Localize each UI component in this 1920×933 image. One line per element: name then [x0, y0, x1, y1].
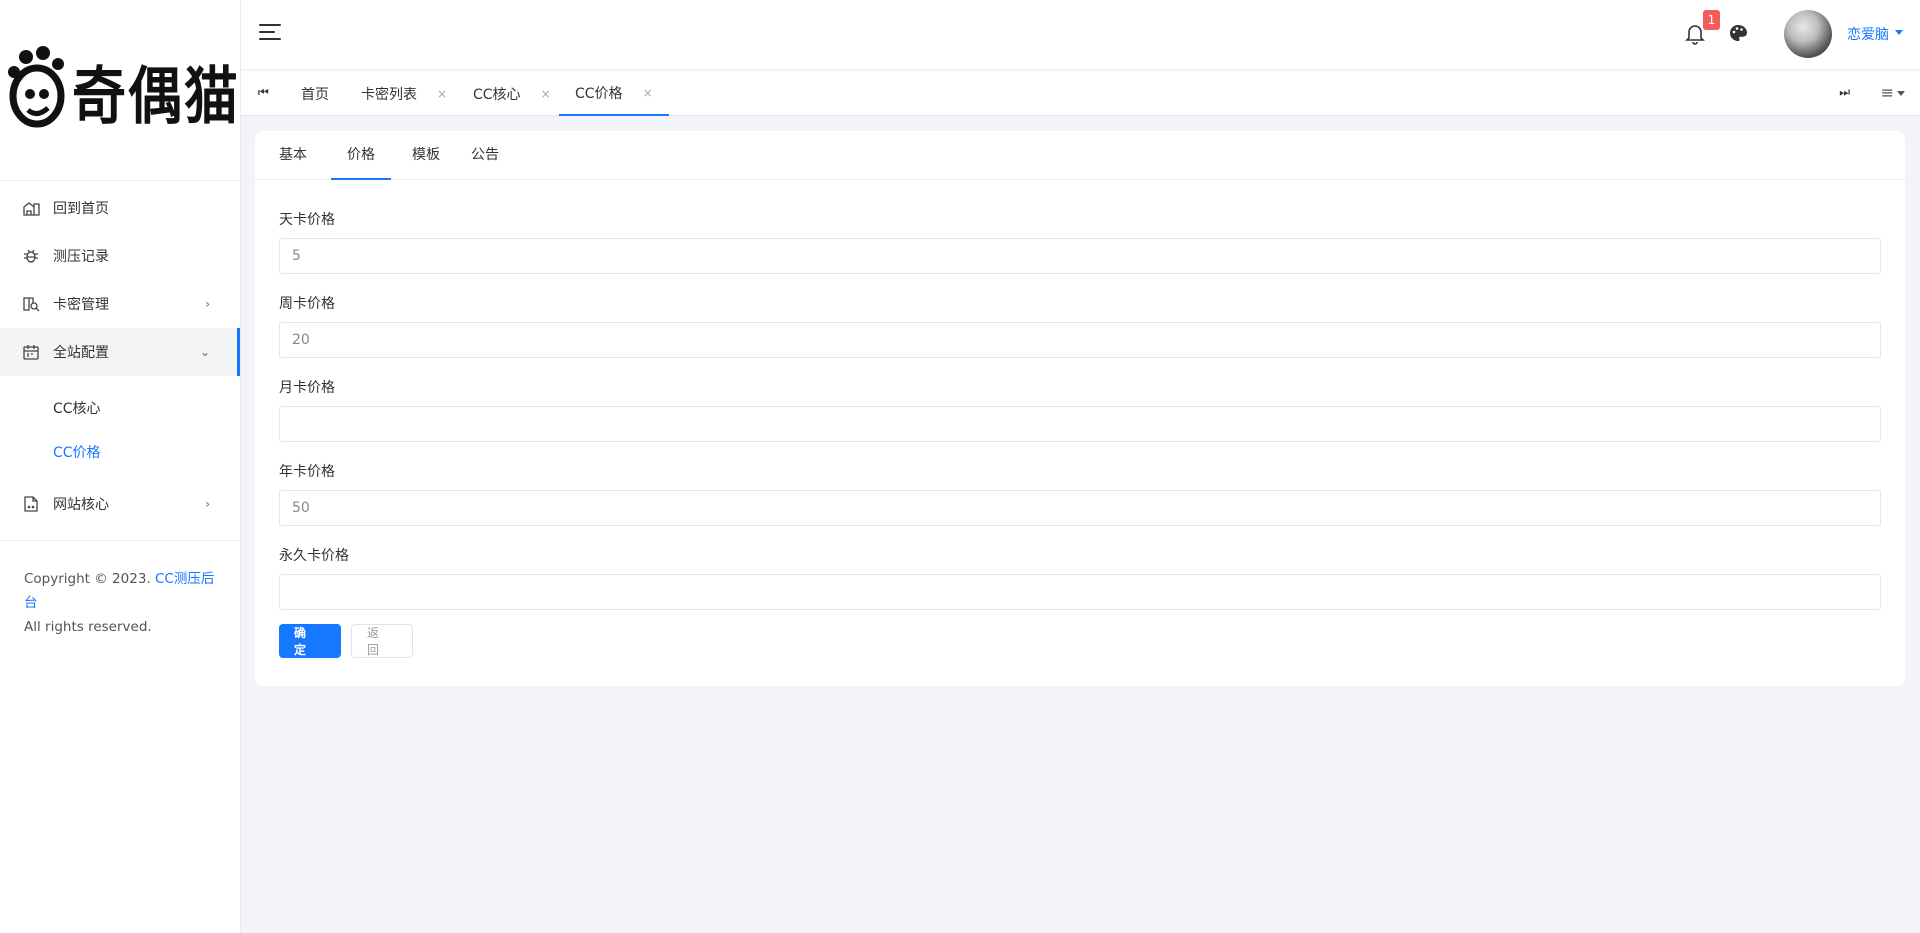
sidebar-item-card-management[interactable]: 卡密管理 › [0, 280, 240, 328]
sidebar-item-website-core[interactable]: 网站核心 › [0, 480, 240, 528]
permanent-price-field: 永久卡价格 [279, 546, 1881, 610]
bug-icon [22, 247, 40, 265]
tab-basic[interactable]: 基本 [272, 131, 314, 180]
tab-price[interactable]: 价格 [331, 131, 391, 180]
page-tabs-bar: ⏮ 首页 卡密列表 × CC核心 × CC价格 × ⏭ ≡ [241, 71, 1920, 116]
form-actions: 确定 返回 [279, 624, 1881, 658]
day-price-input[interactable] [279, 238, 1881, 274]
year-price-field: 年卡价格 [279, 462, 1881, 526]
sidebar-item-label: 测压记录 [53, 249, 109, 265]
tabs-menu-icon[interactable]: ≡ [1881, 83, 1894, 102]
close-icon[interactable]: × [437, 87, 447, 101]
username[interactable]: 恋爱脑 [1847, 24, 1889, 44]
chevron-right-icon: › [205, 297, 210, 311]
cat-paw-logo-icon [8, 46, 65, 128]
copyright-suffix: All rights reserved. [24, 619, 152, 635]
permanent-price-input[interactable] [279, 574, 1881, 610]
confirm-button[interactable]: 确定 [279, 624, 341, 658]
tab-cc-core[interactable]: CC核心 × [473, 71, 551, 116]
sidebar-item-label: 全站配置 [53, 345, 109, 361]
calendar-icon [22, 343, 40, 361]
chevron-right-icon: › [205, 497, 210, 511]
tab-label: 卡密列表 [361, 86, 417, 103]
card-tabs: 基本 价格 模板 公告 [255, 131, 1905, 180]
tabs-scroll-right-icon[interactable]: ⏭ [1839, 85, 1850, 100]
week-price-label: 周卡价格 [279, 296, 335, 312]
close-icon[interactable]: × [643, 86, 653, 100]
tab-label: CC核心 [473, 86, 521, 103]
month-price-input[interactable] [279, 406, 1881, 442]
year-price-label: 年卡价格 [279, 464, 335, 480]
caret-down-icon[interactable] [1897, 91, 1905, 96]
day-price-label: 天卡价格 [279, 212, 335, 228]
year-price-input[interactable] [279, 490, 1881, 526]
document-icon [22, 495, 40, 513]
sidebar-subitem-cc-core[interactable]: CC核心 [0, 386, 240, 430]
avatar[interactable] [1784, 10, 1832, 58]
sidebar-submenu: CC核心 CC价格 [0, 376, 240, 480]
month-price-label: 月卡价格 [279, 380, 335, 396]
card-search-icon [22, 295, 40, 313]
copyright-prefix: Copyright © 2023. [24, 571, 151, 587]
bell-icon[interactable] [1685, 23, 1705, 45]
notification-badge: 1 [1703, 10, 1720, 30]
sidebar: 奇偶猫 回到首页 测压记录 卡密管理 › 全站配置 ⌄ CC核心 CC价格 网站… [0, 0, 241, 933]
week-price-field: 周卡价格 [279, 294, 1881, 358]
home-icon [22, 199, 40, 217]
close-icon[interactable]: × [541, 87, 551, 101]
sidebar-item-label: 网站核心 [53, 497, 109, 513]
sidebar-item-site-config[interactable]: 全站配置 ⌄ [0, 328, 240, 376]
tab-cc-price[interactable]: CC价格 × [559, 71, 669, 116]
month-price-field: 月卡价格 [279, 378, 1881, 442]
settings-card: 基本 价格 模板 公告 天卡价格 周卡价格 月卡价格 年卡价格 永久卡价格 确定… [255, 131, 1905, 686]
palette-icon[interactable] [1728, 23, 1748, 43]
back-button[interactable]: 返回 [351, 624, 413, 658]
tab-label: CC价格 [575, 85, 623, 102]
logo[interactable]: 奇偶猫 [0, 0, 240, 181]
tab-announcement[interactable]: 公告 [464, 131, 506, 180]
tab-home[interactable]: 首页 [301, 71, 329, 116]
sidebar-item-label: 回到首页 [53, 201, 109, 217]
copyright: Copyright © 2023. CC测压后台 All rights rese… [0, 541, 240, 665]
logo-text: 奇偶猫 [72, 59, 240, 132]
price-form: 天卡价格 周卡价格 月卡价格 年卡价格 永久卡价格 确定 返回 [255, 180, 1905, 658]
sidebar-item-label: 卡密管理 [53, 297, 109, 313]
tabs-scroll-left-icon[interactable]: ⏮ [258, 85, 269, 100]
chevron-down-icon: ⌄ [199, 345, 210, 359]
top-header: 1 恋爱脑 [241, 0, 1920, 70]
sidebar-menu: 回到首页 测压记录 卡密管理 › 全站配置 ⌄ CC核心 CC价格 网站核心 › [0, 181, 240, 528]
tab-label: 首页 [301, 86, 329, 103]
tab-template[interactable]: 模板 [405, 131, 447, 180]
sidebar-subitem-cc-price[interactable]: CC价格 [0, 430, 240, 474]
sidebar-item-home[interactable]: 回到首页 [0, 184, 240, 232]
week-price-input[interactable] [279, 322, 1881, 358]
tab-card-list[interactable]: 卡密列表 × [361, 71, 447, 116]
day-price-field: 天卡价格 [279, 210, 1881, 274]
caret-down-icon[interactable] [1895, 30, 1903, 35]
menu-toggle-icon[interactable] [259, 24, 281, 42]
sidebar-item-test-records[interactable]: 测压记录 [0, 232, 240, 280]
permanent-price-label: 永久卡价格 [279, 548, 349, 564]
